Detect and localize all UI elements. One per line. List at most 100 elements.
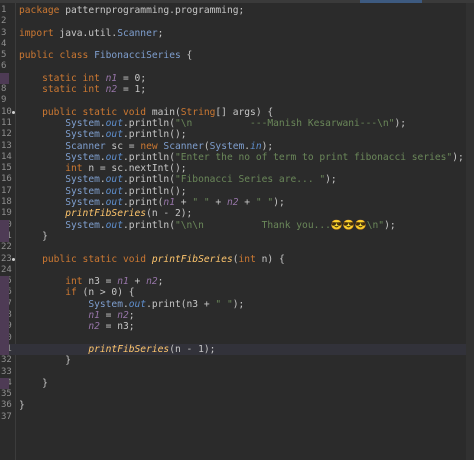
- code-line[interactable]: 35: [0, 389, 474, 400]
- code-line[interactable]: 29 n2 = n3;: [0, 321, 474, 333]
- line-number: 15: [1, 163, 12, 174]
- line-number: 28: [0, 310, 15, 322]
- code-line[interactable]: 28 n1 = n2;: [0, 310, 474, 322]
- active-tab-indicator: [360, 0, 422, 3]
- line-text: System.out.println();: [65, 129, 187, 141]
- code-line[interactable]: 1 package patternprogramming.programming;: [0, 5, 474, 16]
- code-line[interactable]: 30: [0, 332, 474, 345]
- line-number: 20: [0, 219, 15, 232]
- line-text: int n3 = n1 + n2;: [65, 276, 164, 288]
- line-number: 26: [0, 287, 15, 300]
- line-text: System.out.println("Fibonacci Series are…: [65, 174, 337, 186]
- line-number: 6: [1, 61, 7, 72]
- line-text: }: [19, 400, 25, 412]
- line-text: public class FibonacciSeries {: [19, 50, 193, 62]
- line-text: System.out.print(n1 + " " + n2 + " ");: [65, 197, 285, 209]
- line-text: Scanner sc = new Scanner(System.in);: [65, 140, 274, 152]
- code-line[interactable]: 25 int n3 = n1 + n2;: [0, 276, 474, 288]
- code-line[interactable]: 15 int n = sc.nextInt();: [0, 163, 474, 174]
- line-number: 2: [1, 16, 7, 27]
- code-editor[interactable]: 1 package patternprogramming.programming;…: [0, 0, 474, 460]
- line-text: static int n1 = 0;: [42, 72, 147, 84]
- line-text: package patternprogramming.programming;: [19, 5, 245, 16]
- code-line[interactable]: 37: [0, 412, 474, 423]
- code-lines[interactable]: 1 package patternprogramming.programming;…: [0, 5, 474, 423]
- line-text: if (n > 0) {: [65, 287, 135, 299]
- code-line[interactable]: 34 }: [0, 377, 474, 390]
- line-text: System.out.println("\n ---Manish Kesarwa…: [65, 117, 407, 129]
- code-line[interactable]: 19 printFibSeries(n - 2);: [0, 208, 474, 219]
- line-text: System.out.println();: [65, 185, 187, 197]
- code-line[interactable]: 7 static int n1 = 0;: [0, 72, 474, 85]
- tab-bar: [0, 0, 474, 3]
- code-line[interactable]: 8 static int n2 = 1;: [0, 84, 474, 95]
- code-line[interactable]: 4: [0, 39, 474, 50]
- code-line[interactable]: 17 System.out.println();: [0, 186, 474, 197]
- code-line[interactable]: 6: [0, 61, 474, 72]
- line-text: public static void printFibSeries(int n)…: [42, 253, 285, 265]
- code-line[interactable]: 2: [0, 16, 474, 27]
- code-line[interactable]: 12 System.out.println();: [0, 129, 474, 140]
- current-code-line[interactable]: 31 printFibSeries(n - 1);: [0, 343, 474, 356]
- code-line[interactable]: 9: [0, 95, 474, 106]
- line-text: System.out.println("Enter the no of term…: [65, 151, 464, 163]
- line-text: }: [19, 377, 48, 389]
- line-number: 33: [1, 366, 12, 377]
- line-number: 23: [1, 254, 15, 265]
- code-line[interactable]: 11 System.out.println("\n ---Manish Kesa…: [0, 118, 474, 129]
- line-number: 9: [1, 95, 7, 106]
- code-line[interactable]: 13 Scanner sc = new Scanner(System.in);: [0, 141, 474, 152]
- line-number: 22: [1, 242, 12, 253]
- line-number: 31: [0, 343, 15, 356]
- line-number: 30: [0, 332, 15, 345]
- line-text: public static void main(String[] args) {: [42, 106, 274, 118]
- line-number: 27: [0, 298, 15, 311]
- line-text: n1 = n2;: [88, 310, 135, 322]
- line-number: 13: [1, 140, 12, 151]
- line-number: 35: [1, 389, 12, 400]
- line-number: 16: [1, 174, 12, 185]
- line-number: 1: [1, 5, 7, 15]
- line-text: int n = sc.nextInt();: [65, 163, 187, 175]
- line-number: 19: [1, 208, 12, 219]
- line-number: 8: [1, 84, 7, 95]
- code-line[interactable]: 32 }: [0, 355, 474, 366]
- code-line[interactable]: 26 if (n > 0) {: [0, 287, 474, 300]
- code-line[interactable]: 14 System.out.println("Enter the no of t…: [0, 152, 474, 163]
- vertical-scrollbar[interactable]: [466, 3, 474, 460]
- code-line[interactable]: 36}: [0, 400, 474, 411]
- code-line[interactable]: 3 import java.util.Scanner;: [0, 28, 474, 39]
- line-number: 10: [1, 107, 15, 118]
- line-text: static int n2 = 1;: [42, 84, 147, 96]
- code-line[interactable]: 21 }: [0, 230, 474, 243]
- code-line[interactable]: 5 public class FibonacciSeries {: [0, 50, 474, 61]
- line-number: 14: [1, 151, 12, 162]
- code-line[interactable]: 20 System.out.println("\n\n Thank you...…: [0, 219, 474, 232]
- line-text: printFibSeries(n - 1);: [88, 343, 216, 355]
- code-line[interactable]: 10 public static void main(String[] args…: [0, 107, 474, 118]
- code-line[interactable]: 18 System.out.print(n1 + " " + n2 + " ")…: [0, 197, 474, 208]
- line-text: n2 = n3;: [88, 321, 135, 333]
- line-number: 7: [0, 72, 15, 85]
- line-number: 25: [0, 276, 15, 288]
- line-number: 21: [0, 230, 15, 243]
- code-line[interactable]: 27 System.out.print(n3 + " ");: [0, 298, 474, 311]
- line-text: System.out.println("\n\n Thank you...😎😎😎…: [65, 219, 396, 231]
- line-number: 36: [1, 400, 12, 411]
- line-number: 12: [1, 129, 12, 140]
- code-line[interactable]: 33: [0, 367, 474, 378]
- line-text: printFibSeries(n - 2);: [65, 208, 193, 220]
- line-number: 11: [1, 117, 12, 128]
- line-text: System.out.print(n3 + " ");: [88, 298, 245, 310]
- code-line[interactable]: 22: [0, 242, 474, 253]
- line-number: 32: [1, 355, 12, 366]
- line-text: }: [19, 355, 71, 367]
- line-number: 3: [1, 27, 7, 38]
- code-line[interactable]: 23 public static void printFibSeries(int…: [0, 254, 474, 265]
- line-number: 29: [0, 321, 15, 333]
- line-number: 37: [1, 411, 12, 422]
- code-line[interactable]: 24: [0, 265, 474, 276]
- line-number: 17: [1, 185, 12, 196]
- line-number: 24: [1, 264, 12, 275]
- code-line[interactable]: 16 System.out.println("Fibonacci Series …: [0, 174, 474, 185]
